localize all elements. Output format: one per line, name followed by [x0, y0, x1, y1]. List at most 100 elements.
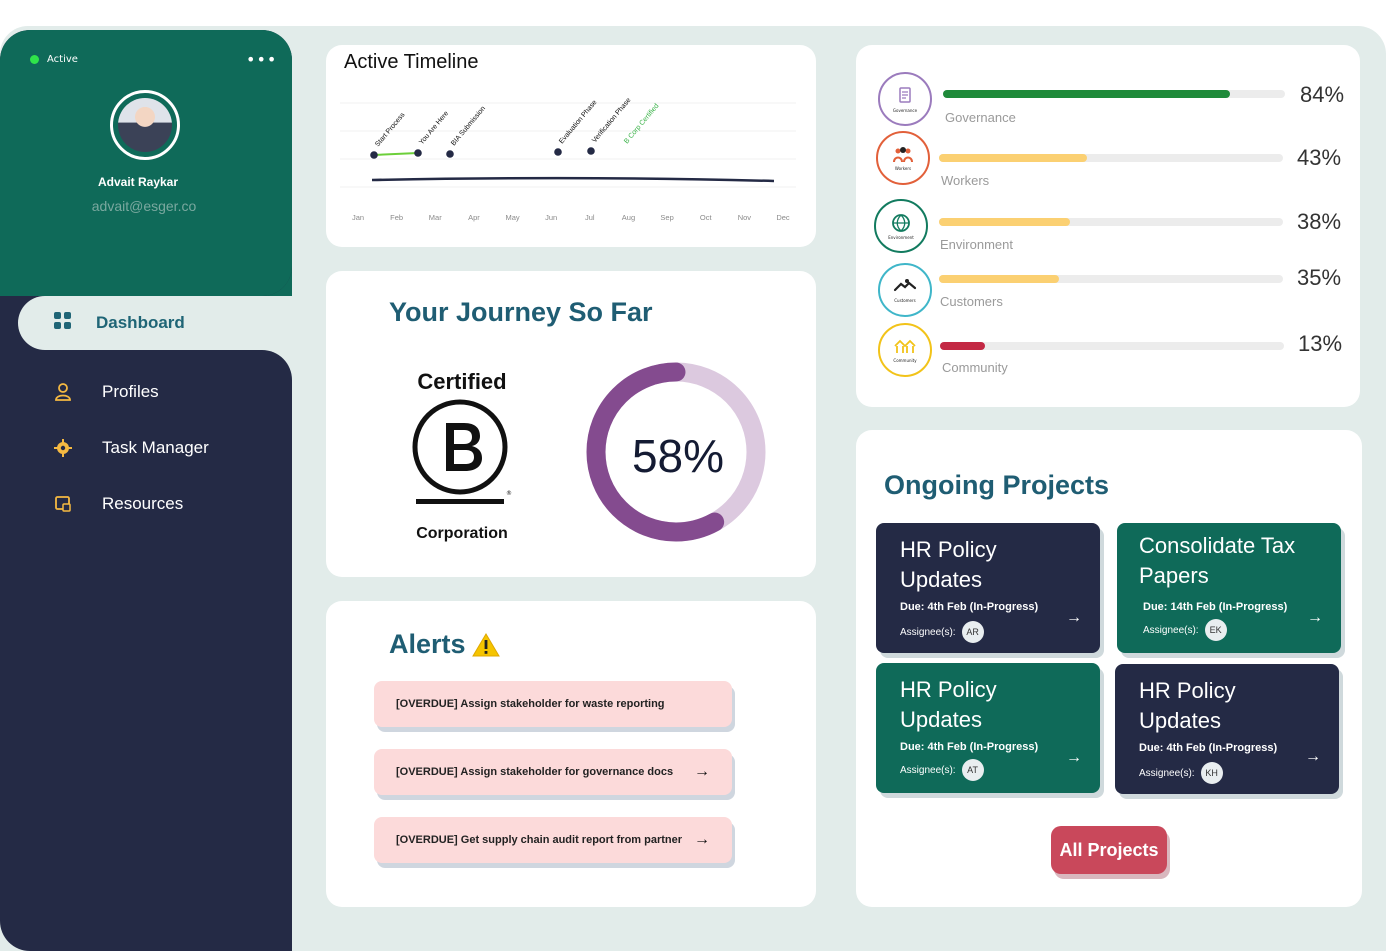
assignee-label: Assignee(s):	[1139, 767, 1195, 779]
icon-caption: Environment	[888, 234, 914, 240]
arrow-right-icon[interactable]: →	[1066, 609, 1082, 627]
timeline-chart: Jan Feb Mar Apr May Jun Jul Aug Sep Oct Nov Dec Star…	[340, 97, 796, 222]
arrow-right-icon[interactable]: →	[1307, 609, 1323, 627]
status-indicator: Active	[30, 54, 78, 65]
assignee-avatar[interactable]: KH	[1200, 762, 1223, 784]
nav-active-curve	[0, 350, 292, 380]
icon-caption: Customers	[894, 297, 916, 303]
alert-text: [OVERDUE] Assign stakeholder for waste r…	[396, 698, 665, 710]
milestone-marker[interactable]	[554, 148, 562, 156]
avatar[interactable]	[110, 90, 180, 160]
sidebar-item-dashboard[interactable]: Dashboard	[18, 296, 348, 350]
community-icon: Community	[878, 323, 932, 377]
month-tick-label: Jan	[352, 213, 364, 222]
arrow-right-icon[interactable]: →	[1305, 748, 1321, 766]
project-assignees: Assignee(s): AT	[900, 759, 984, 781]
gear-icon	[54, 439, 72, 457]
project-card[interactable]: HR Policy Updates Due: 4th Feb (In-Progr…	[1115, 664, 1339, 794]
progress-fill	[940, 342, 985, 350]
project-title: Consolidate Tax Papers	[1139, 533, 1296, 588]
project-title: HR Policy Updates	[900, 677, 997, 732]
impact-area-percent: 38%	[1297, 209, 1342, 234]
status-label: Active	[47, 54, 78, 65]
project-card[interactable]: HR Policy Updates Due: 4th Feb (In-Progr…	[876, 523, 1100, 653]
arrow-right-icon[interactable]: →	[694, 763, 710, 781]
progress-fill	[939, 154, 1087, 162]
month-tick-label: May	[505, 213, 519, 222]
progress-track	[943, 90, 1285, 98]
progress-track	[939, 154, 1283, 162]
project-due: Due: 4th Feb (In-Progress)	[900, 601, 1039, 613]
assignee-avatar[interactable]: EK	[1204, 619, 1227, 641]
sidebar-item-label: Resources	[102, 494, 184, 513]
impact-area-percent: 43%	[1297, 145, 1342, 170]
avatar-image	[118, 98, 172, 152]
milestone-marker[interactable]	[414, 149, 422, 157]
user-name: Advait Raykar	[97, 175, 179, 189]
warning-icon	[471, 632, 500, 656]
sidebar-item-task-manager[interactable]: Task Manager	[54, 438, 209, 458]
project-due: Due: 4th Feb (In-Progress)	[900, 741, 1039, 753]
sidebar-item-label: Dashboard	[96, 313, 185, 332]
sidebar-item-resources[interactable]: Resources	[54, 494, 183, 514]
user-icon	[54, 383, 72, 401]
project-card[interactable]: HR Policy Updates Due: 4th Feb (In-Progr…	[876, 663, 1100, 793]
project-assignees: Assignee(s): KH	[1139, 762, 1223, 784]
month-tick-label: Nov	[738, 213, 752, 222]
progress-track	[939, 275, 1283, 283]
impact-area-percent: 35%	[1297, 265, 1342, 290]
governance-icon: Governance	[878, 72, 932, 126]
milestone-label: You Are Here	[418, 110, 450, 146]
month-tick-label: Oct	[700, 213, 713, 222]
impact-area-percent: 84%	[1300, 82, 1345, 107]
bcorp-logo-bottom: Corporation	[416, 525, 508, 542]
month-tick-label: Apr	[468, 213, 480, 222]
journey-progress-value: 58%	[631, 430, 725, 482]
sidebar-item-profiles[interactable]: Profiles	[54, 382, 159, 402]
alert-item[interactable]: [OVERDUE] Assign stakeholder for waste r…	[374, 681, 732, 727]
journey-title: Your Journey So Far	[389, 297, 653, 327]
sidebar: Active ••• Advait Raykar advait@esger.co	[0, 30, 292, 951]
alerts-heading: Alerts	[389, 629, 500, 660]
icon-caption: Community	[893, 357, 917, 363]
project-assignees: Assignee(s): EK	[1143, 619, 1227, 641]
project-due: Due: 4th Feb (In-Progress)	[1139, 742, 1278, 754]
all-projects-button[interactable]: All Projects	[1051, 826, 1167, 874]
alert-item[interactable]: [OVERDUE] Get supply chain audit report …	[374, 817, 732, 863]
impact-area-label: Environment	[940, 237, 1013, 252]
progress-fill	[939, 275, 1060, 283]
alert-text: [OVERDUE] Get supply chain audit report …	[396, 834, 683, 846]
alerts-card: Alerts [OVERDUE] Assign stakeholder for …	[326, 601, 816, 907]
arrow-right-icon[interactable]: →	[694, 831, 710, 849]
timeline-title: Active Timeline	[344, 51, 479, 73]
arrow-right-icon[interactable]: →	[1066, 749, 1082, 767]
icon-caption: Workers	[894, 165, 912, 171]
impact-area-label: Governance	[945, 110, 1016, 125]
month-tick-label: Aug	[622, 213, 635, 222]
milestone-marker[interactable]	[587, 147, 595, 155]
progress-track	[939, 218, 1283, 226]
timeline-card: Active Timeline Jan Feb Mar Apr May Jun Jul Aug…	[326, 45, 816, 247]
sidebar-item-label: Profiles	[102, 382, 159, 401]
milestone-label: B Corp Certified	[623, 103, 660, 146]
progress-fill	[939, 218, 1070, 226]
month-tick-label: Jun	[545, 213, 557, 222]
alerts-title: Alerts	[389, 629, 466, 659]
customers-icon: Customers	[878, 263, 932, 317]
assignee-label: Assignee(s):	[900, 626, 956, 638]
status-dot-icon	[30, 55, 39, 64]
assignee-avatar[interactable]: AR	[961, 621, 984, 643]
month-tick-label: Feb	[390, 213, 403, 222]
alert-item[interactable]: [OVERDUE] Assign stakeholder for governa…	[374, 749, 732, 795]
milestone-marker[interactable]	[446, 150, 454, 158]
milestone-marker[interactable]	[370, 151, 378, 159]
progress-track	[940, 342, 1284, 350]
project-assignees: Assignee(s): AR	[900, 621, 984, 643]
workers-icon: Workers	[876, 131, 930, 185]
project-due: Due: 14th Feb (In-Progress)	[1143, 601, 1288, 613]
month-tick-label: Sep	[660, 213, 673, 222]
month-tick-label: Mar	[429, 213, 442, 222]
project-card[interactable]: Consolidate Tax Papers Due: 14th Feb (In…	[1117, 523, 1341, 653]
assignee-avatar[interactable]: AT	[961, 759, 984, 781]
more-options-button[interactable]: •••	[246, 50, 277, 69]
